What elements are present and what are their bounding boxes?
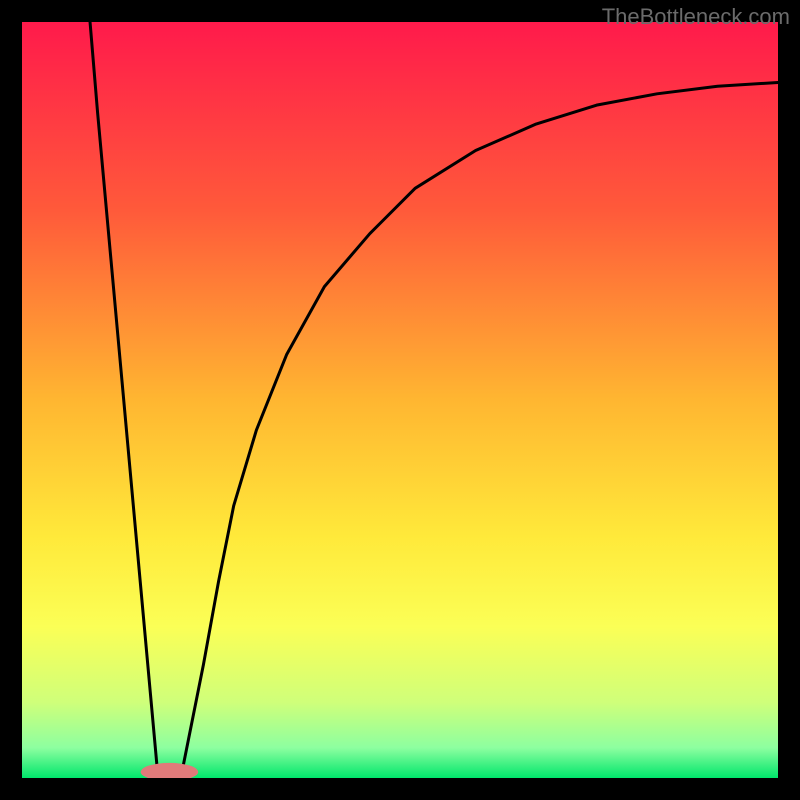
chart-frame: TheBottleneck.com: [0, 0, 800, 800]
chart-svg: [22, 22, 778, 778]
plot-area: [22, 22, 778, 778]
gradient-background: [22, 22, 778, 778]
watermark-text: TheBottleneck.com: [602, 4, 790, 30]
